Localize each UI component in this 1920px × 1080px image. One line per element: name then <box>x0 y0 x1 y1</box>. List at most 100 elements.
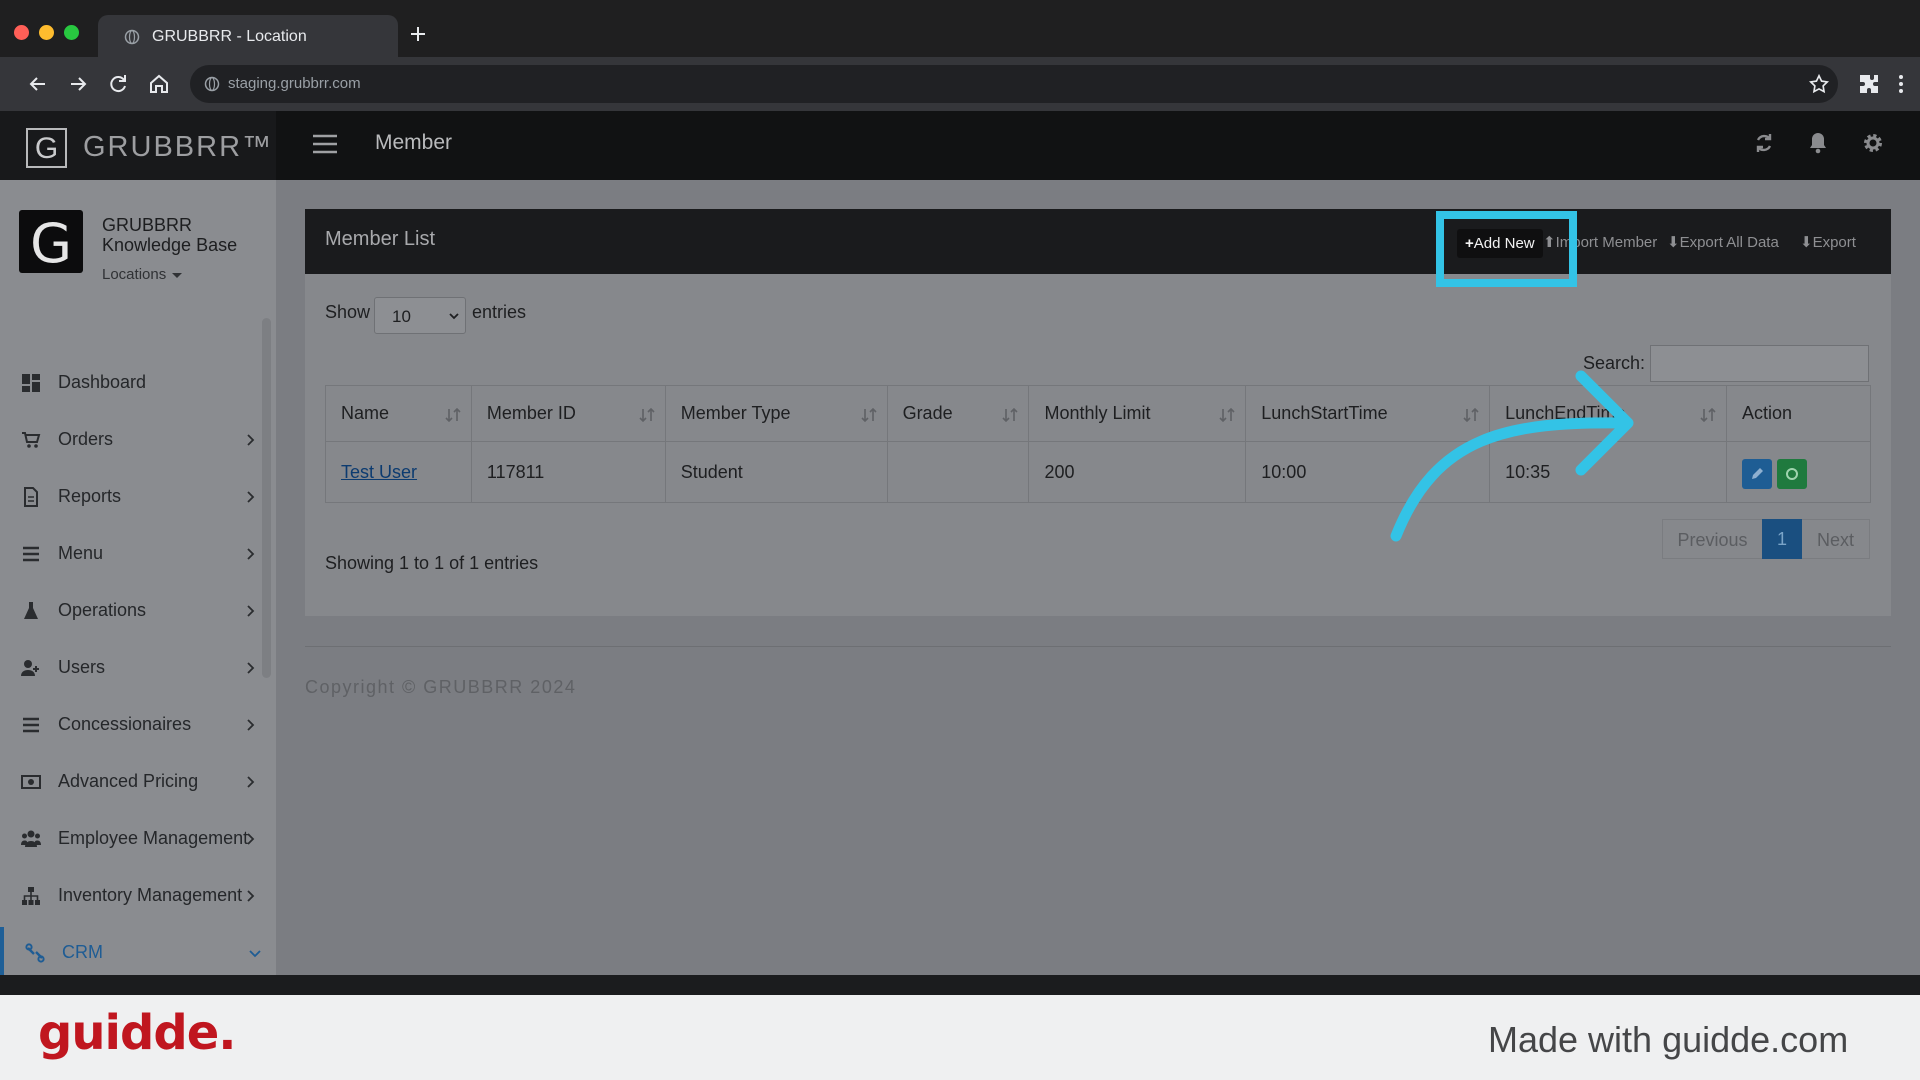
sidebar-item-concessionaires[interactable]: Concessionaires <box>0 699 270 751</box>
hamburger-menu-icon[interactable] <box>311 133 339 155</box>
page-1-button[interactable]: 1 <box>1762 519 1802 559</box>
next-page-button[interactable]: Next <box>1802 519 1870 559</box>
dashboard-icon <box>22 374 40 392</box>
col-member-id[interactable]: Member ID <box>470 385 666 442</box>
report-icon <box>24 487 38 507</box>
col-action: Action <box>1726 385 1871 442</box>
org-avatar-letter: G <box>30 212 72 275</box>
chevron-right-icon <box>247 776 255 788</box>
member-name-link[interactable]: Test User <box>341 462 417 482</box>
sort-icon <box>639 407 655 423</box>
sidebar-item-label: Dashboard <box>58 372 147 392</box>
circle-icon <box>1786 468 1799 480</box>
copyright-text: Copyright © GRUBBRR 2024 <box>305 677 577 697</box>
caret-down-icon <box>172 272 183 278</box>
cell-grade <box>886 441 1030 503</box>
browser-tab[interactable]: GRUBBRR - Location <box>98 15 398 59</box>
locations-label: Locations <box>102 266 167 283</box>
sort-icon <box>445 407 461 423</box>
cart-icon <box>22 432 41 448</box>
minimize-window-button[interactable] <box>39 25 54 40</box>
export-button[interactable]: ⬇Export <box>1800 233 1856 251</box>
forward-icon[interactable] <box>65 71 91 97</box>
sidebar-item-label: Concessionaires <box>58 714 192 734</box>
refresh-icon[interactable] <box>1751 130 1777 156</box>
site-info-icon[interactable] <box>204 76 220 92</box>
reload-icon[interactable] <box>105 71 131 97</box>
chevron-right-icon <box>247 491 255 503</box>
tab-title: GRUBBRR - Location <box>152 28 307 45</box>
bookmark-star-icon[interactable] <box>1808 73 1830 95</box>
flask-icon <box>24 602 38 619</box>
column-label: Grade <box>902 403 953 423</box>
sidebar-item-orders[interactable]: Orders <box>0 414 270 466</box>
sidebar-item-advanced-pricing[interactable]: Advanced Pricing <box>0 756 270 808</box>
new-tab-icon[interactable] <box>406 22 430 46</box>
previous-page-button[interactable]: Previous <box>1662 519 1762 559</box>
col-monthly-limit[interactable]: Monthly Limit <box>1028 385 1247 442</box>
app-window: G GRUBBRR™ Member G GRUBBRR Knowledge Ba… <box>0 111 1920 975</box>
sidebar-item-label: Inventory Management <box>58 885 243 905</box>
column-label: Member Type <box>680 403 791 423</box>
notifications-bell-icon[interactable] <box>1805 130 1831 156</box>
made-with-text: Made with guidde.com <box>1488 1019 1849 1060</box>
chevron-right-icon <box>247 662 255 674</box>
group-icon <box>21 830 41 847</box>
browser-menu-icon[interactable] <box>1892 72 1910 96</box>
panel-title: Member List <box>325 228 436 250</box>
chevron-down-icon <box>449 313 459 320</box>
column-label: Member ID <box>486 403 576 423</box>
org-avatar: G <box>19 210 83 275</box>
sidebar-item-label: Users <box>58 657 106 677</box>
guidde-logo: guidde. <box>38 1005 236 1061</box>
sidebar-item-reports[interactable]: Reports <box>0 471 270 523</box>
download-icon: ⬇ <box>1667 234 1680 251</box>
search-input[interactable] <box>1650 345 1869 382</box>
sidebar-item-users[interactable]: Users <box>0 642 270 694</box>
chevron-right-icon <box>247 434 255 446</box>
sidebar-item-crm[interactable]: CRM <box>0 927 270 975</box>
extensions-icon[interactable] <box>1857 72 1881 96</box>
chevron-right-icon <box>247 833 255 845</box>
column-label: LunchStartTime <box>1261 403 1388 423</box>
page-length-select[interactable]: 10 <box>374 297 466 334</box>
close-window-button[interactable] <box>14 25 29 40</box>
sidebar-item-inventory-management[interactable]: Inventory Management <box>0 870 270 922</box>
edit-button[interactable] <box>1742 459 1773 489</box>
home-icon[interactable] <box>146 71 172 97</box>
sidebar-item-employee-management[interactable]: Employee Management <box>0 813 270 865</box>
sidebar-item-label: Menu <box>58 543 104 563</box>
col-grade[interactable]: Grade <box>886 385 1030 442</box>
sort-icon <box>860 407 877 423</box>
export-all-label: Export All Data <box>1679 234 1779 251</box>
settings-gear-icon[interactable] <box>1860 130 1886 156</box>
globe-icon <box>124 29 140 45</box>
sidebar-item-label: CRM <box>62 942 103 962</box>
cell-member-type: Student <box>664 441 888 503</box>
sidebar-item-dashboard[interactable]: Dashboard <box>0 357 270 409</box>
sidebar-item-label: Operations <box>58 600 147 620</box>
address-bar[interactable]: staging.grubbrr.com <box>190 65 1838 103</box>
panel-header: Member List +Add New ⬆Import Member ⬇Exp… <box>305 209 1891 274</box>
footer-divider <box>305 646 1891 647</box>
col-member-type[interactable]: Member Type <box>664 385 888 442</box>
main-content: Member List +Add New ⬆Import Member ⬇Exp… <box>276 180 1920 975</box>
cell-name: Test User <box>325 441 472 503</box>
list-icon <box>23 717 39 733</box>
back-icon[interactable] <box>25 71 51 97</box>
brand-logo[interactable]: G GRUBBRR™ <box>0 111 276 180</box>
sidebar-item-operations[interactable]: Operations <box>0 585 270 637</box>
locations-dropdown[interactable]: Locations <box>102 266 183 283</box>
bottom-strip <box>0 975 1920 995</box>
maximize-window-button[interactable] <box>64 25 79 40</box>
annotation-arrow <box>1390 370 1634 542</box>
toggle-status-button[interactable] <box>1777 459 1808 489</box>
brand-name: GRUBBRR™ <box>83 131 274 163</box>
export-all-data-button[interactable]: ⬇Export All Data <box>1667 233 1779 251</box>
cell-action <box>1726 441 1871 503</box>
sidebar-item-label: Advanced Pricing <box>58 771 199 791</box>
col-name[interactable]: Name <box>325 385 472 442</box>
sidebar-item-menu[interactable]: Menu <box>0 528 270 580</box>
crm-icon <box>25 943 45 963</box>
chevron-right-icon <box>247 719 255 731</box>
